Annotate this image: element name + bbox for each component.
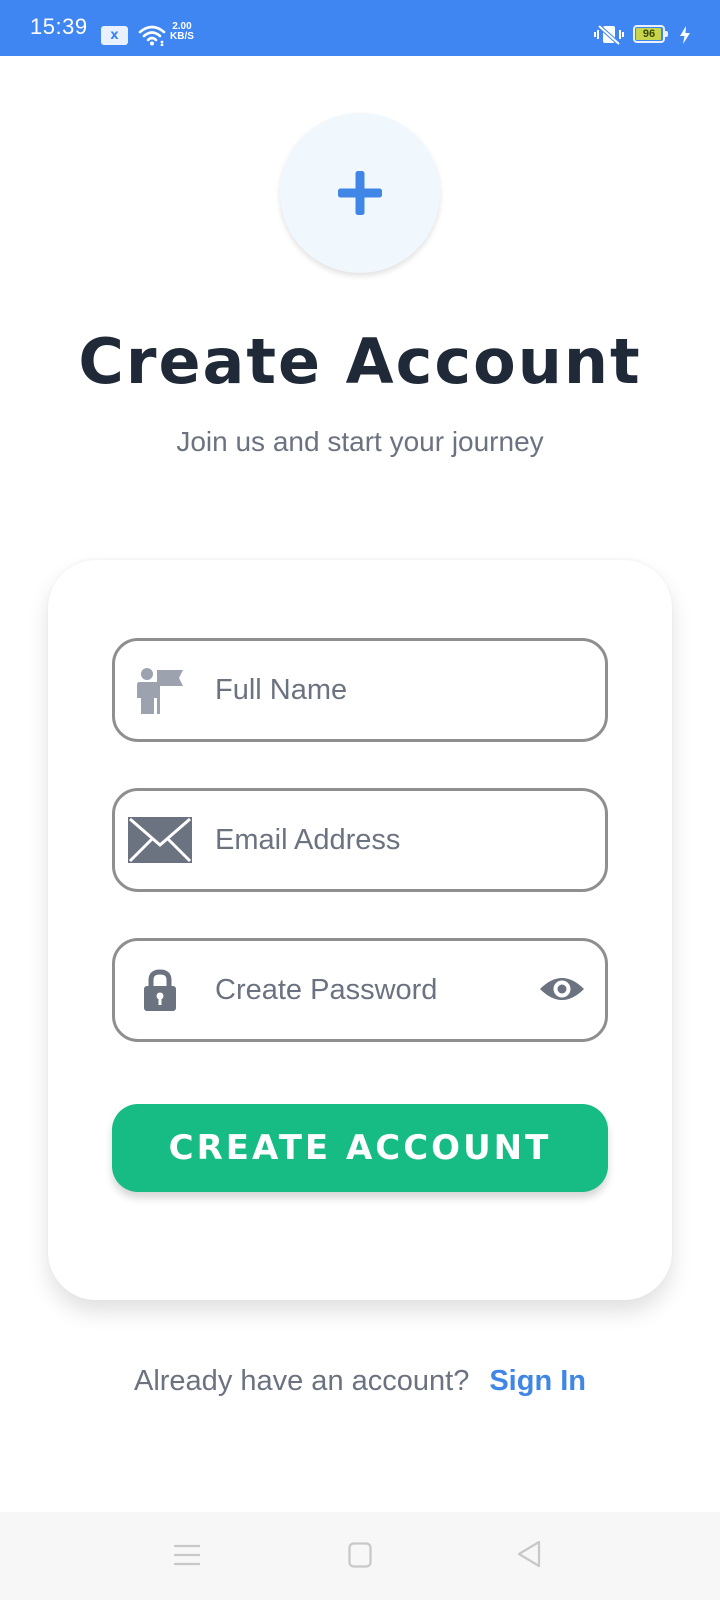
person-flag-icon bbox=[127, 665, 193, 715]
battery-level: 96 bbox=[642, 28, 656, 40]
create-account-button[interactable]: CREATE ACCOUNT bbox=[112, 1104, 608, 1192]
logo bbox=[280, 113, 440, 273]
back-nav-icon[interactable] bbox=[516, 1540, 542, 1572]
charging-bolt-icon bbox=[679, 26, 691, 48]
battery-icon: 96 bbox=[633, 25, 665, 43]
full-name-input[interactable] bbox=[215, 641, 535, 739]
page-title: Create Account bbox=[78, 325, 642, 398]
signup-card: CREATE ACCOUNT bbox=[48, 560, 672, 1300]
plus-icon bbox=[338, 171, 382, 219]
wifi-icon bbox=[138, 24, 166, 50]
menu-nav-icon[interactable] bbox=[173, 1544, 201, 1570]
email-input[interactable] bbox=[215, 791, 535, 889]
eye-icon[interactable] bbox=[539, 973, 585, 1009]
system-nav-bar bbox=[0, 1512, 720, 1600]
home-nav-icon[interactable] bbox=[348, 1542, 372, 1572]
lock-icon bbox=[127, 965, 193, 1015]
signin-prompt-text: Already have an account? bbox=[133, 1365, 470, 1397]
network-speed: 2.00 KB/S bbox=[170, 22, 194, 42]
notification-icon: x bbox=[101, 26, 128, 45]
email-field[interactable] bbox=[112, 788, 608, 892]
battery-cap bbox=[665, 31, 668, 37]
sign-in-link[interactable]: Sign In bbox=[489, 1365, 586, 1397]
full-name-field[interactable] bbox=[112, 638, 608, 742]
envelope-icon bbox=[127, 815, 193, 865]
network-speed-unit: KB/S bbox=[170, 31, 194, 42]
status-time: 15:39 bbox=[30, 14, 88, 39]
signin-prompt: Already have an account? Sign In bbox=[0, 1365, 720, 1398]
password-input[interactable] bbox=[215, 941, 535, 1039]
status-bar: 15:39 x 2.00 KB/S 96 bbox=[0, 0, 720, 56]
page-subtitle: Join us and start your journey bbox=[176, 426, 544, 457]
password-field[interactable] bbox=[112, 938, 608, 1042]
vibrate-mute-icon bbox=[594, 24, 624, 50]
